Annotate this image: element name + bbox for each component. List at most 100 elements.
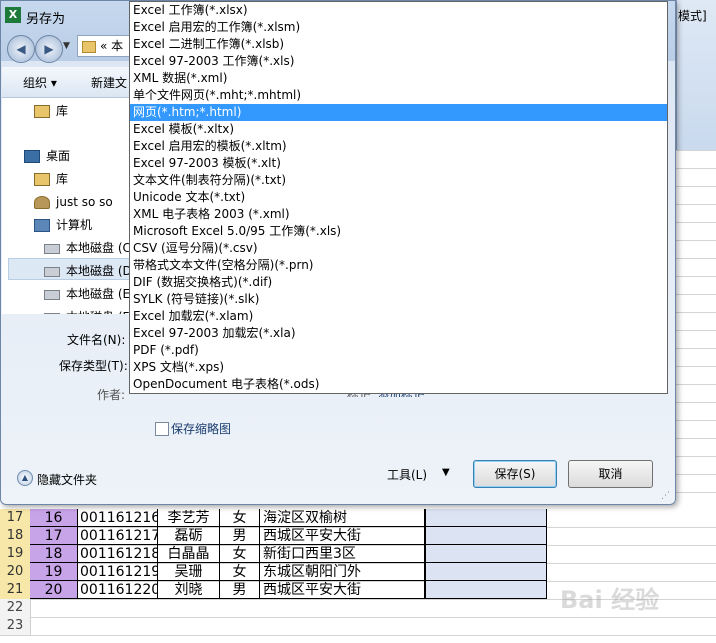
- address-cell[interactable]: 西城区平安大街: [260, 581, 425, 599]
- row-number[interactable]: 21: [0, 581, 31, 599]
- gender-cell[interactable]: 女: [220, 563, 260, 581]
- file-type-option[interactable]: 文本文件(制表符分隔)(*.txt): [130, 172, 667, 189]
- row-number[interactable]: 17: [0, 509, 31, 527]
- gender-cell[interactable]: 男: [220, 527, 260, 545]
- file-type-option[interactable]: CSV (逗号分隔)(*.csv): [130, 240, 667, 257]
- name-cell[interactable]: 刘晓: [158, 581, 220, 599]
- collapse-up-icon[interactable]: ▲: [17, 470, 33, 486]
- row-number[interactable]: 22: [0, 599, 31, 617]
- file-type-option[interactable]: Excel 97-2003 工作簿(*.xls): [130, 53, 667, 70]
- row-number[interactable]: 20: [0, 563, 31, 581]
- address-bar[interactable]: « 本: [77, 35, 131, 57]
- organize-button[interactable]: 组织 ▾: [23, 74, 57, 91]
- gender-cell[interactable]: 女: [220, 545, 260, 563]
- selected-cell[interactable]: [425, 509, 547, 527]
- save-thumbnail-label[interactable]: 保存缩略图: [171, 420, 231, 437]
- file-type-option[interactable]: XPS 文档(*.xps): [130, 359, 667, 376]
- row-number[interactable]: 23: [0, 617, 31, 635]
- file-type-option[interactable]: Excel 97-2003 加载宏(*.xla): [130, 325, 667, 342]
- id-cell[interactable]: 001161216: [78, 509, 158, 527]
- folder-icon: [82, 40, 96, 53]
- name-cell[interactable]: 磊砺: [158, 527, 220, 545]
- file-type-option[interactable]: Unicode 文本(*.txt): [130, 189, 667, 206]
- name-cell[interactable]: 吴珊: [158, 563, 220, 581]
- nav-item[interactable]: 本地磁盘 (E: [44, 284, 130, 304]
- address-cell[interactable]: 西城区平安大街: [260, 527, 425, 545]
- forward-arrow-icon[interactable]: ▶: [35, 35, 63, 63]
- seq-cell[interactable]: 17: [30, 527, 78, 545]
- nav-item-label: 计算机: [56, 218, 93, 232]
- file-type-option[interactable]: 带格式文本文件(空格分隔)(*.prn): [130, 257, 667, 274]
- file-type-option[interactable]: Excel 97-2003 模板(*.xlt): [130, 155, 667, 172]
- filetype-label: 保存类型(T):: [59, 359, 128, 373]
- address-cell[interactable]: 东城区朝阳门外: [260, 563, 425, 581]
- nav-item-label: 本地磁盘 (C: [66, 241, 130, 255]
- drive-icon: [44, 312, 60, 314]
- user-folder-icon: [34, 196, 50, 209]
- library-icon: [34, 105, 50, 118]
- name-cell[interactable]: 李艺芳: [158, 509, 220, 527]
- row-number[interactable]: 18: [0, 527, 31, 545]
- save-button[interactable]: 保存(S): [473, 460, 557, 488]
- excel-app-icon: X: [5, 7, 21, 23]
- file-type-option[interactable]: Excel 加载宏(*.xlam): [130, 308, 667, 325]
- file-type-option[interactable]: 单个文件网页(*.mht;*.mhtml): [130, 87, 667, 104]
- id-cell[interactable]: 001161220: [78, 581, 158, 599]
- library-icon: [34, 173, 50, 186]
- selected-cell[interactable]: [425, 581, 547, 599]
- nav-item[interactable]: 本地磁盘 (D: [44, 261, 130, 281]
- nav-item-label: 本地磁盘 (F: [66, 310, 129, 314]
- file-type-option[interactable]: XML 电子表格 2003 (*.xml): [130, 206, 667, 223]
- watermark: Bai 经验: [560, 586, 660, 614]
- file-type-option[interactable]: OpenDocument 电子表格(*.ods): [130, 376, 667, 393]
- nav-item[interactable]: 本地磁盘 (C: [44, 238, 130, 258]
- selected-cell[interactable]: [425, 527, 547, 545]
- nav-item[interactable]: 计算机: [34, 215, 92, 235]
- nav-item[interactable]: 本地磁盘 (F: [44, 307, 129, 314]
- seq-cell[interactable]: 18: [30, 545, 78, 563]
- address-cell[interactable]: 新街口西里3区: [260, 545, 425, 563]
- id-cell[interactable]: 001161217: [78, 527, 158, 545]
- file-type-option[interactable]: Microsoft Excel 5.0/95 工作簿(*.xls): [130, 223, 667, 240]
- table-row: 18 17 001161217 磊砺男西城区平安大街: [0, 527, 716, 546]
- excel-mode-text: 模式]: [678, 9, 707, 23]
- history-dropdown-icon[interactable]: ▼: [63, 41, 70, 51]
- selected-cell[interactable]: [425, 545, 547, 563]
- name-cell[interactable]: 白晶晶: [158, 545, 220, 563]
- gender-cell[interactable]: 女: [220, 509, 260, 527]
- back-arrow-icon[interactable]: ◀: [7, 35, 35, 63]
- row-number[interactable]: 19: [0, 545, 31, 563]
- hide-folders-button[interactable]: 隐藏文件夹: [37, 471, 97, 488]
- seq-cell[interactable]: 20: [30, 581, 78, 599]
- file-type-dropdown-list[interactable]: Excel 工作簿(*.xlsx) Excel 启用宏的工作簿(*.xlsm) Ex…: [129, 1, 668, 394]
- table-row: 23: [0, 617, 716, 636]
- seq-cell[interactable]: 16: [30, 509, 78, 527]
- selected-cell[interactable]: [425, 563, 547, 581]
- tools-button[interactable]: 工具(L): [387, 466, 427, 483]
- nav-item[interactable]: 库: [34, 101, 68, 121]
- file-type-option[interactable]: Excel 启用宏的模板(*.xltm): [130, 138, 667, 155]
- file-type-option[interactable]: Excel 模板(*.xltx): [130, 121, 667, 138]
- file-type-option[interactable]: Excel 工作簿(*.xlsx): [130, 2, 667, 19]
- navigation-pane[interactable]: 库桌面库just so so计算机本地磁盘 (C本地磁盘 (D本地磁盘 (E本地…: [2, 98, 130, 314]
- gender-cell[interactable]: 男: [220, 581, 260, 599]
- seq-cell[interactable]: 19: [30, 563, 78, 581]
- nav-item[interactable]: 桌面: [24, 146, 70, 166]
- cancel-button[interactable]: 取消: [568, 460, 653, 488]
- id-cell[interactable]: 001161218: [78, 545, 158, 563]
- file-type-option[interactable]: 网页(*.htm;*.html): [130, 104, 667, 121]
- file-type-option[interactable]: PDF (*.pdf): [130, 342, 667, 359]
- address-cell[interactable]: 海淀区双榆树: [260, 509, 425, 527]
- nav-item[interactable]: 库: [34, 169, 68, 189]
- file-type-option[interactable]: Excel 启用宏的工作簿(*.xlsm): [130, 19, 667, 36]
- resize-grip-icon[interactable]: ⋰: [661, 491, 673, 503]
- file-type-option[interactable]: XML 数据(*.xml): [130, 70, 667, 87]
- new-folder-button[interactable]: 新建文: [91, 74, 127, 91]
- nav-item[interactable]: just so so: [34, 192, 113, 212]
- file-type-option[interactable]: Excel 二进制工作簿(*.xlsb): [130, 36, 667, 53]
- file-type-option[interactable]: DIF (数据交换格式)(*.dif): [130, 274, 667, 291]
- file-type-option[interactable]: SYLK (符号链接)(*.slk): [130, 291, 667, 308]
- save-thumbnail-checkbox[interactable]: [155, 422, 169, 436]
- id-cell[interactable]: 001161219: [78, 563, 158, 581]
- chevron-down-icon[interactable]: ▼: [442, 467, 450, 478]
